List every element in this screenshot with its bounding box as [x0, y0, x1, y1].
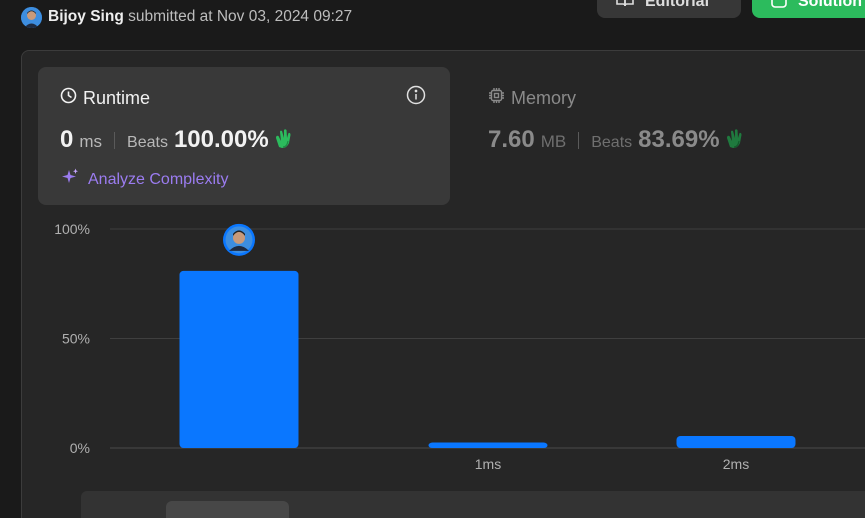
- distribution-scroll-handle[interactable]: [166, 501, 289, 518]
- chart-bar[interactable]: [428, 442, 548, 448]
- y-tick-label: 100%: [54, 221, 90, 237]
- runtime-distribution-chart: 0% 50% 100% 1ms 2ms: [54, 221, 865, 472]
- x-tick-label: 1ms: [475, 456, 501, 472]
- y-tick-label: 0%: [70, 440, 90, 456]
- chart-bar[interactable]: [179, 270, 299, 448]
- submission-detail-page: Bijoy Sing submitted at Nov 03, 2024 09:…: [0, 0, 865, 518]
- y-tick-label: 50%: [62, 331, 90, 347]
- x-tick-label: 2ms: [723, 456, 749, 472]
- chart-bar[interactable]: [676, 435, 796, 448]
